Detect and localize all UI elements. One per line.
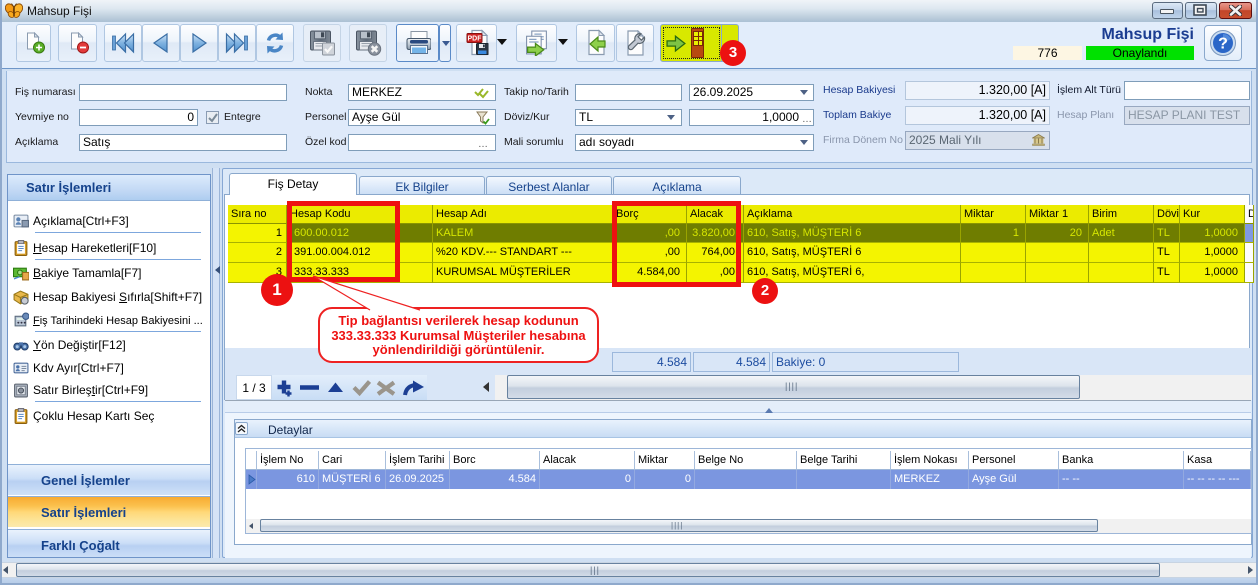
svg-text:?: ? [1218, 36, 1228, 53]
svg-text:PDF: PDF [467, 36, 482, 43]
